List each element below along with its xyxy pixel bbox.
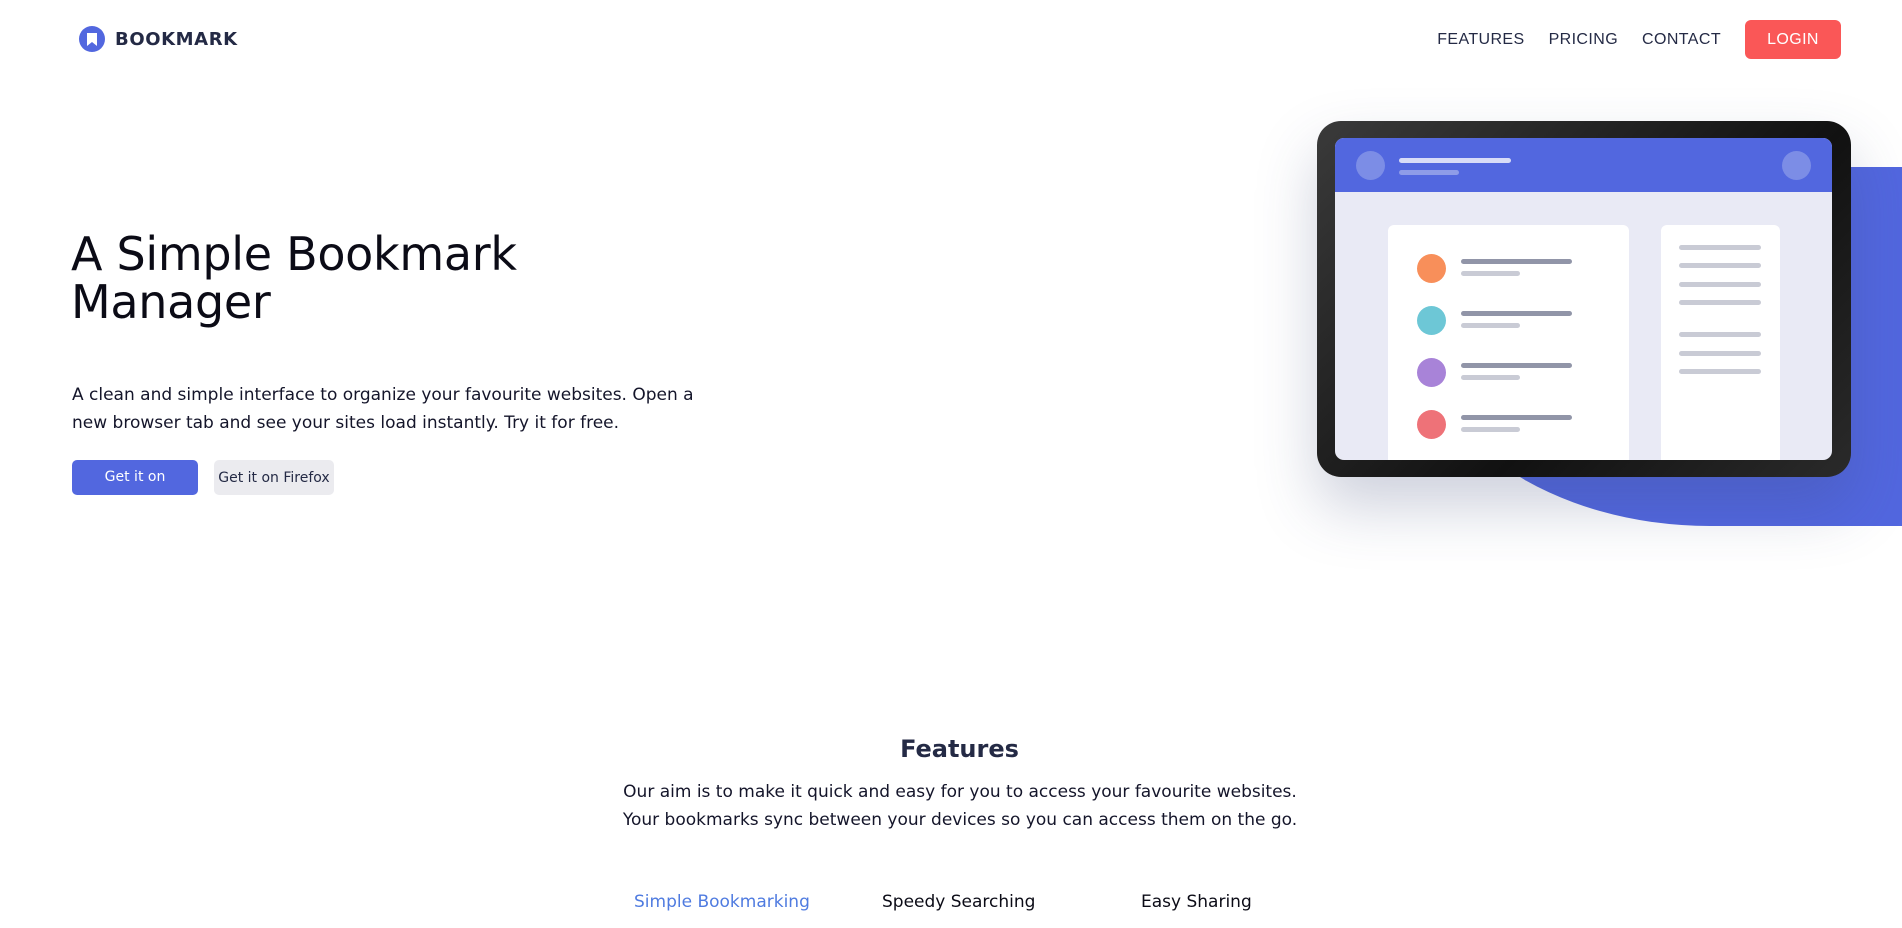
placeholder-line: [1399, 170, 1459, 175]
site-header: BOOKMARK FEATURES PRICING CONTACT LOGIN: [0, 0, 1902, 80]
placeholder-line: [1461, 311, 1572, 316]
placeholder-line: [1679, 300, 1761, 305]
placeholder-line: [1399, 158, 1511, 163]
get-chrome-button[interactable]: Get it on Chrome: [72, 460, 198, 520]
placeholder-line: [1461, 271, 1520, 276]
nav-features[interactable]: FEATURES: [1437, 31, 1524, 49]
list-dot: [1417, 358, 1446, 387]
tab-speedy-searching[interactable]: Speedy Searching: [882, 892, 1035, 912]
placeholder-line: [1461, 375, 1520, 380]
placeholder-line: [1461, 259, 1572, 264]
main-nav: FEATURES PRICING CONTACT LOGIN: [1413, 20, 1841, 59]
placeholder-line: [1679, 282, 1761, 287]
list-dot: [1417, 306, 1446, 335]
get-firefox-button[interactable]: Get it on Firefox: [214, 460, 334, 495]
tab-easy-sharing[interactable]: Easy Sharing: [1141, 892, 1252, 912]
brand-name: BOOKMARK: [115, 28, 238, 50]
placeholder-line: [1679, 369, 1761, 374]
bookmark-list-card: [1388, 225, 1629, 460]
tablet-screen: [1335, 138, 1832, 460]
bookmark-icon: [79, 26, 105, 52]
screen-header-bar: [1335, 138, 1832, 192]
login-button[interactable]: LOGIN: [1745, 20, 1841, 59]
features-title: Features: [900, 735, 1019, 763]
placeholder-line: [1679, 351, 1761, 356]
placeholder-line: [1461, 363, 1572, 368]
placeholder-line: [1679, 332, 1761, 337]
sidebar-card: [1661, 225, 1780, 460]
hero-description: A clean and simple interface to organize…: [72, 385, 694, 433]
features-description: Our aim is to make it quick and easy for…: [622, 782, 1298, 830]
menu-placeholder: [1782, 151, 1811, 180]
placeholder-line: [1679, 245, 1761, 250]
nav-pricing[interactable]: PRICING: [1549, 31, 1618, 49]
tab-simple-bookmarking[interactable]: Simple Bookmarking: [634, 892, 810, 912]
nav-contact[interactable]: CONTACT: [1642, 31, 1721, 49]
hero-cta-group: Get it on Chrome Get it on Firefox: [72, 460, 334, 520]
list-dot: [1417, 410, 1446, 439]
list-dot: [1417, 254, 1446, 283]
placeholder-line: [1461, 415, 1572, 420]
placeholder-line: [1461, 323, 1520, 328]
placeholder-line: [1461, 427, 1520, 432]
page: BOOKMARK FEATURES PRICING CONTACT LOGIN …: [0, 0, 1902, 928]
avatar-placeholder: [1356, 151, 1385, 180]
brand-logo[interactable]: BOOKMARK: [79, 26, 238, 52]
placeholder-line: [1679, 263, 1761, 268]
hero-tablet-illustration: [1317, 121, 1851, 477]
hero-title: A Simple Bookmark Manager: [71, 227, 517, 329]
